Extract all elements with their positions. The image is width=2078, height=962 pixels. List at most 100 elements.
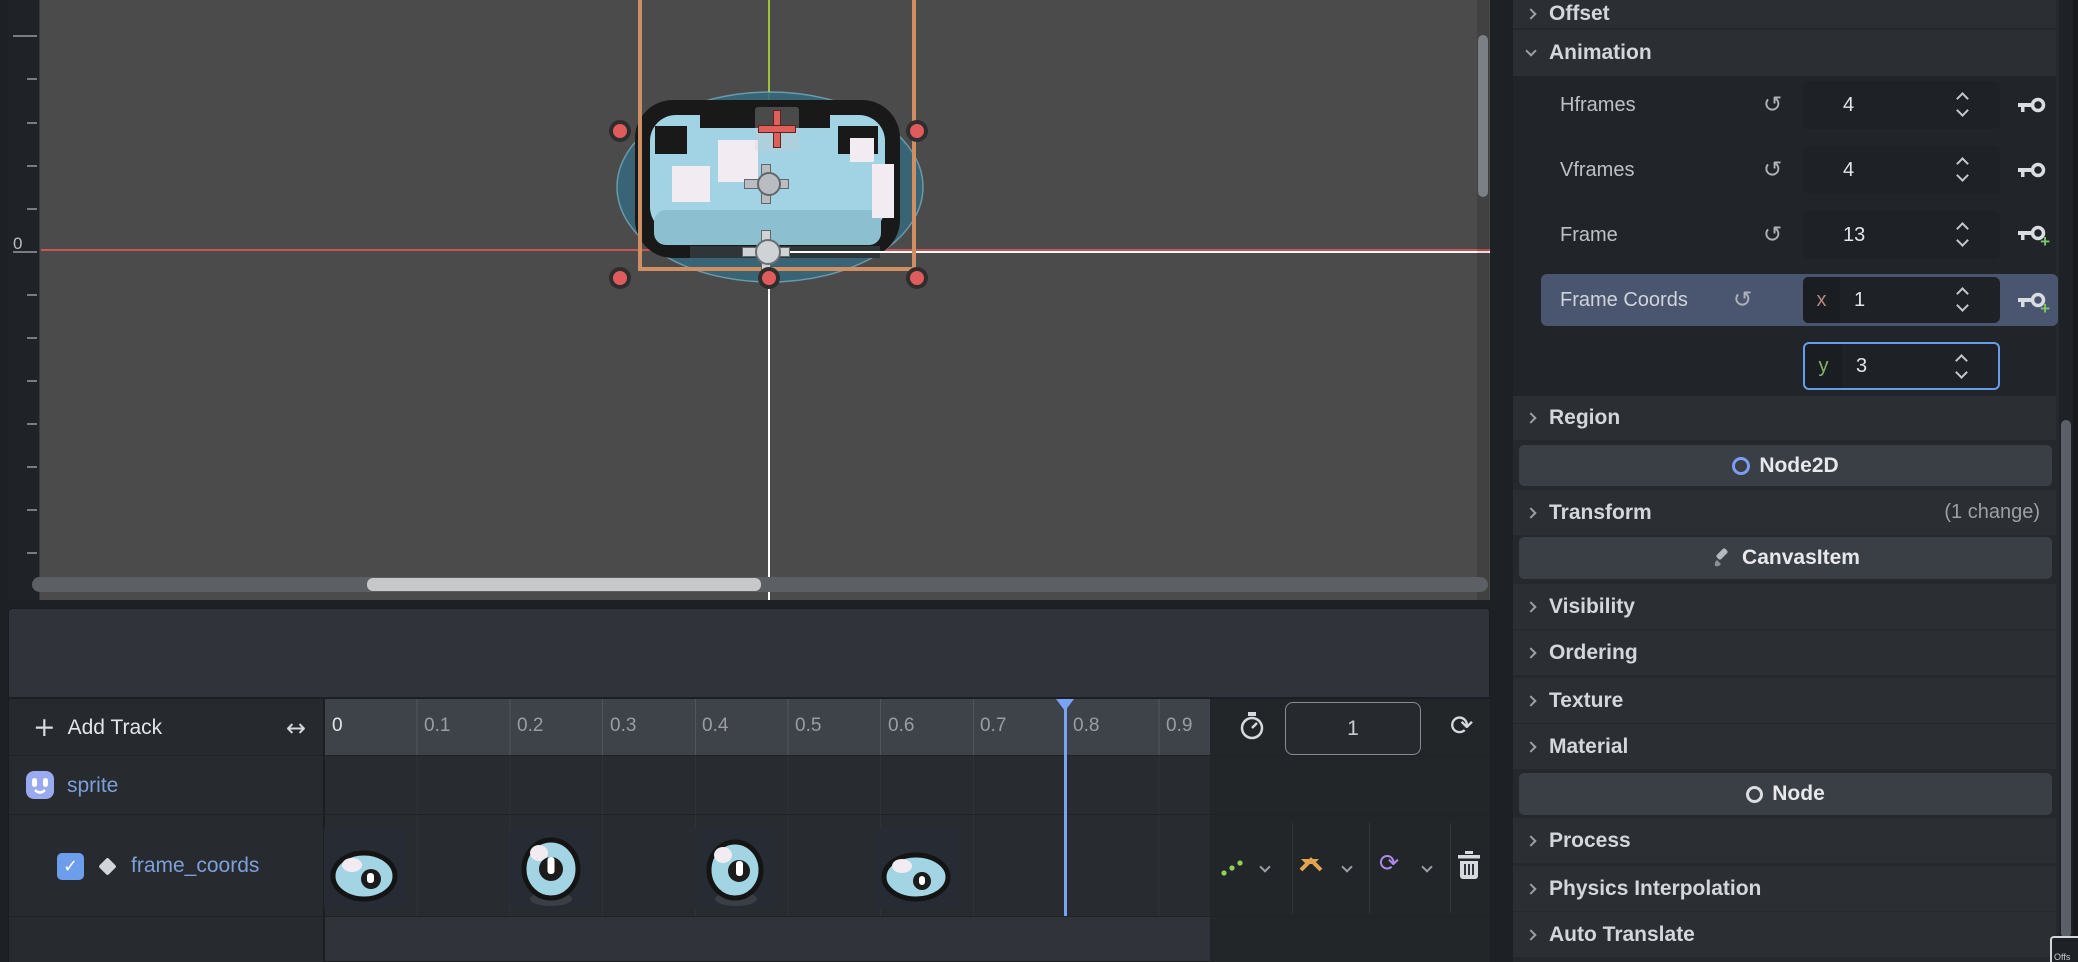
mini-tooltip-text: Offs [2054,952,2070,962]
revert-icon[interactable]: ↺ [1733,287,1752,313]
section-label: Texture [1549,689,1623,713]
y-axis-badge: y [1805,344,1842,388]
section-transform[interactable]: Transform (1 change) [1513,490,2056,535]
ruler-tick-label: 0.2 [517,715,543,737]
keyframe-3[interactable] [876,829,958,909]
hframes-spinner[interactable] [1958,94,1967,115]
ruler-tick [27,294,37,296]
ruler-tick-label: 0.1 [424,715,450,737]
ruler-tick-label: 0.7 [980,715,1006,737]
delete-track-icon[interactable] [1456,851,1482,879]
frame-value: 13 [1843,224,1865,247]
key-icon [2018,159,2046,181]
transform-change-badge: (1 change) [1944,501,2040,524]
category-label: CanvasItem [1742,546,1860,570]
hframes-spinbox[interactable]: 4 [1803,81,2000,129]
update-mode-icon[interactable] [1221,859,1245,877]
viewport-vscrollbar[interactable] [1477,0,1489,600]
resize-handle-bottom-right[interactable] [906,267,928,289]
stopwatch-icon [1238,712,1266,742]
ruler-tick-label: 0.3 [610,715,636,737]
node2d-icon [1732,457,1750,475]
chevron-right-icon [1525,8,1536,19]
vframes-spinbox[interactable]: 4 [1803,146,2000,194]
key-add-plus-icon: + [2040,232,2050,252]
keyframe-1[interactable] [510,829,592,909]
resize-handle-bottom-left[interactable] [609,267,631,289]
keyframe-slime-thumb [324,829,406,909]
frame-coords-y-spinbox[interactable]: y 3 [1803,342,2000,390]
resize-handle-left[interactable] [609,120,631,142]
section-texture[interactable]: Texture [1513,678,2056,723]
category-canvasitem: CanvasItem [1519,537,2052,579]
animation-panel: 0.8 Animation walkDown A Edit [8,608,1490,962]
frame-coords-x-spinner[interactable] [1958,289,1967,310]
playhead-line[interactable] [1064,701,1067,916]
key-frame-button[interactable]: + [2018,220,2048,248]
key-frame-coords-button[interactable]: + [2018,287,2048,315]
section-auto-translate[interactable]: Auto Translate [1513,912,2056,957]
section-process[interactable]: Process [1513,818,2056,863]
revert-icon[interactable]: ↺ [1763,92,1782,118]
frame-spinner[interactable] [1958,224,1967,245]
add-track-label: Add Track [68,716,163,740]
origin-gizmo-center[interactable] [755,239,781,265]
key-vframes-button[interactable] [2018,157,2048,185]
section-offset[interactable]: Offset [1513,0,2056,28]
vframes-value: 4 [1843,159,1854,182]
interpolation-caret [1299,857,1319,869]
track-group-sprite[interactable]: sprite [67,774,118,798]
spin-up-icon [1956,287,1969,300]
spin-up-icon [1956,222,1969,235]
add-track-button[interactable]: + Add Track [33,712,162,743]
vframes-spinner[interactable] [1958,159,1967,180]
section-ordering[interactable]: Ordering [1513,630,2056,675]
keyframe-2[interactable] [695,829,777,909]
section-material[interactable]: Material [1513,724,2056,769]
loop-wrap-mode-icon[interactable]: ⟳ [1379,849,1399,877]
section-region[interactable]: Region [1513,396,2056,440]
animation-length-field[interactable]: 1 [1285,702,1421,755]
frame-spinbox[interactable]: 13 [1803,211,2000,259]
property-label-frame-coords: Frame Coords [1560,289,1688,312]
loop-toggle-icon[interactable]: ⟳ [1450,709,1473,742]
key-hframes-button[interactable] [2018,92,2048,120]
section-physics-interpolation[interactable]: Physics Interpolation [1513,866,2056,911]
ruler-tick-label: 0.4 [702,715,728,737]
section-visibility[interactable]: Visibility [1513,584,2056,629]
pivot-handle[interactable] [755,107,799,151]
viewport-vscrollbar-thumb[interactable] [1478,35,1488,197]
ruler-tick-label: 0 [332,715,343,737]
chevron-right-icon [1525,835,1536,846]
chevron-right-icon [1525,647,1536,658]
resize-timeline-icon[interactable]: ↔ [286,714,306,742]
revert-icon[interactable]: ↺ [1763,157,1782,183]
ruler-tick [27,122,37,124]
track-controls-divider [1292,823,1293,913]
property-label-hframes: Hframes [1560,94,1636,117]
animation-length-value: 1 [1347,717,1359,741]
inspector-scrollbar-thumb[interactable] [2061,420,2071,938]
resize-handle-right[interactable] [906,120,928,142]
chevron-right-icon [1525,507,1536,518]
keyframe-slime-thumb [695,829,777,909]
section-animation[interactable]: Animation [1513,30,2056,76]
resize-handle-bottom[interactable] [758,267,780,289]
keyframe-slime-thumb [876,829,958,909]
frame-coords-y-spinner[interactable] [1957,356,1966,377]
revert-icon[interactable]: ↺ [1763,222,1782,248]
frame-coords-x-spinbox[interactable]: x 1 [1803,277,2000,323]
section-label: Physics Interpolation [1549,877,1761,901]
ruler-tick-label: 0.6 [888,715,914,737]
track-name-frame-coords[interactable]: frame_coords [131,854,259,878]
viewport-hscrollbar[interactable] [32,577,1488,592]
move-gizmo-center[interactable] [757,172,781,196]
timeline-ruler[interactable]: 0 0.1 0.2 0.3 0.4 0.5 0.6 0.7 0.8 0.9 [324,699,1210,756]
canvas-viewport[interactable]: 0 [8,0,1490,600]
category-node2d: Node2D [1519,445,2052,486]
inspector-scrollbar[interactable] [2059,0,2073,962]
keyframe-0[interactable] [324,829,406,909]
track-enabled-checkbox[interactable]: ✓ [57,853,84,880]
viewport-hscrollbar-thumb[interactable] [367,578,761,591]
row-divider [9,814,1489,815]
